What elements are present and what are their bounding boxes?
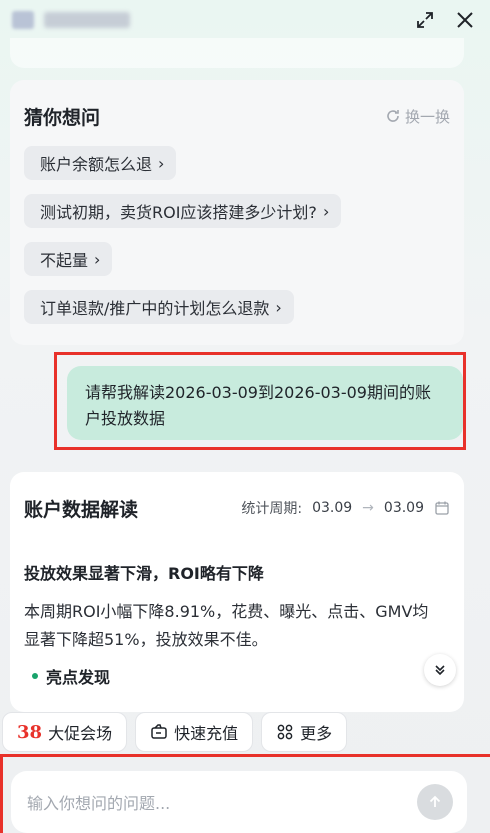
recharge-label: 快速充值 xyxy=(174,724,239,743)
period-start: 03.09 xyxy=(312,500,353,516)
calendar-icon xyxy=(435,501,449,515)
grid-icon xyxy=(277,724,293,740)
data-card-title: 账户数据解读 xyxy=(24,498,139,521)
bullet-dot xyxy=(32,673,38,679)
blurred-name xyxy=(44,12,130,28)
account-data-card: 账户数据解读 统计周期: 03.09 → 03.09 投放效果显著下滑，ROI略… xyxy=(10,472,464,712)
refresh-icon xyxy=(387,110,399,122)
user-message-highlight: 请帮我解读2026-03-09到2026-03-09期间的账户投放数据 xyxy=(54,352,466,450)
suggestion-chip[interactable]: 账户余额怎么退 › xyxy=(24,146,177,180)
scroll-down-button[interactable] xyxy=(424,654,456,686)
stat-period[interactable]: 统计周期: 03.09 → 03.09 xyxy=(241,498,450,518)
blurred-avatar xyxy=(12,11,34,29)
double-chevron-down-icon xyxy=(435,665,445,676)
suggestion-chip[interactable]: 不起量 › xyxy=(24,242,113,276)
suggestion-text: 订单退款/推广中的计划怎么退款 xyxy=(40,299,270,318)
suggestions-title: 猜你想问 xyxy=(24,106,101,129)
chevron-right-icon: › xyxy=(158,153,165,173)
promo-label: 大促会场 xyxy=(48,724,113,743)
refresh-button[interactable]: 换一换 xyxy=(385,106,450,127)
suggestion-text: 不起量 xyxy=(40,251,89,270)
expand-icon[interactable] xyxy=(414,9,436,31)
quick-recharge-button[interactable]: 快速充值 xyxy=(135,712,254,752)
suggestion-chip[interactable]: 订单退款/推广中的计划怎么退款 › xyxy=(24,290,294,324)
title-bar xyxy=(0,0,490,40)
suggestion-text: 测试初期，卖货ROI应该搭建多少计划? xyxy=(40,203,317,222)
quick-actions: 38 大促会场 快速充值 更多 xyxy=(2,712,490,754)
refresh-label: 换一换 xyxy=(404,107,450,126)
promo-number: 38 xyxy=(17,721,43,743)
chevron-right-icon: › xyxy=(275,297,282,317)
wallet-icon xyxy=(151,724,167,739)
chevron-right-icon: › xyxy=(94,249,101,269)
input-placeholder: 输入你想问的问题... xyxy=(27,794,171,813)
suggestions-card: 猜你想问 换一换 账户余额怎么退 › 测试初期，卖货ROI应该搭建多少计划? ›… xyxy=(10,80,464,345)
question-input[interactable]: 输入你想问的问题... xyxy=(11,771,467,833)
suggestion-text: 账户余额怎么退 xyxy=(40,155,153,174)
send-button[interactable] xyxy=(417,784,453,820)
suggestion-chip[interactable]: 测试初期，卖货ROI应该搭建多少计划? › xyxy=(24,194,342,228)
period-label: 统计周期: xyxy=(241,501,303,517)
previous-card-edge xyxy=(10,38,464,68)
data-headline: 投放效果显著下滑，ROI略有下降 xyxy=(24,564,264,583)
input-highlight: 输入你想问的问题... xyxy=(0,754,490,833)
blurred-title xyxy=(12,11,130,29)
chevron-right-icon: › xyxy=(322,201,330,221)
arrow-icon: → xyxy=(362,500,374,516)
promo-venue-button[interactable]: 38 大促会场 xyxy=(2,712,128,752)
data-summary: 本周期ROI小幅下降8.91%，花费、曝光、点击、GMV均显著下降超51%，投放… xyxy=(24,602,429,649)
highlight-label: 亮点发现 xyxy=(46,668,111,687)
period-end: 03.09 xyxy=(383,500,424,516)
close-icon[interactable] xyxy=(454,9,476,31)
highlight-section: 亮点发现 xyxy=(24,664,450,688)
more-label: 更多 xyxy=(300,724,333,743)
arrow-up-icon xyxy=(429,795,441,807)
user-message-bubble: 请帮我解读2026-03-09到2026-03-09期间的账户投放数据 xyxy=(67,366,463,440)
more-button[interactable]: 更多 xyxy=(261,712,348,752)
